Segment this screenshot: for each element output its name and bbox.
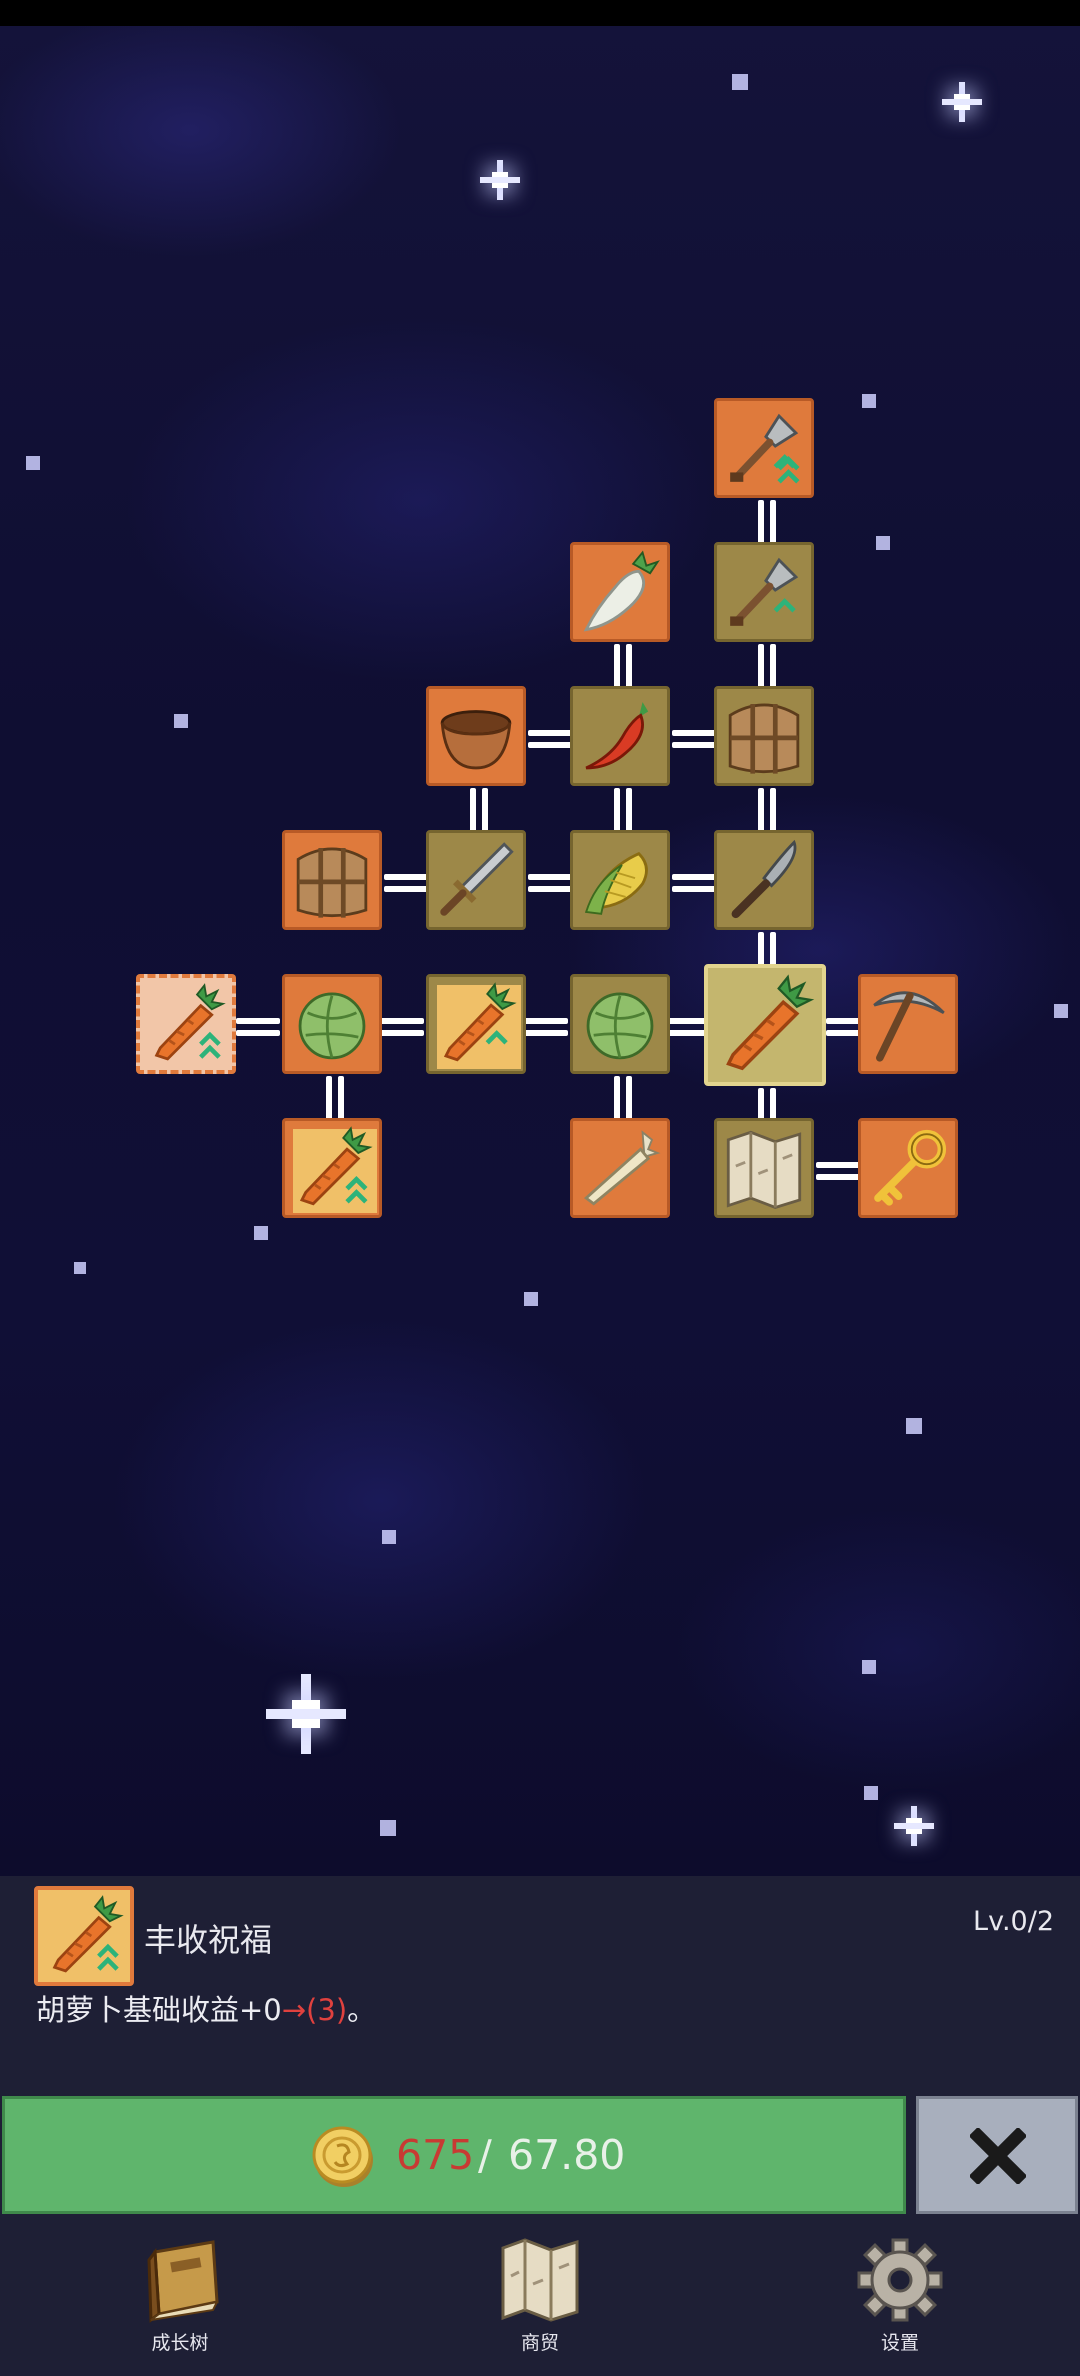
skill-node-bowl[interactable] <box>426 686 526 786</box>
skill-description: 胡萝卜基础收益+0→(3)。 <box>36 1987 376 2029</box>
skill-node-carrot-upgrade[interactable] <box>282 1118 382 1218</box>
close-button[interactable] <box>916 2096 1078 2214</box>
skill-node-chili[interactable] <box>570 686 670 786</box>
skill-node-map[interactable] <box>714 1118 814 1218</box>
skill-node-sack[interactable] <box>282 830 382 930</box>
skill-node-carrot-blessing[interactable] <box>136 974 236 1074</box>
parsnip-icon <box>573 1121 667 1215</box>
status-bar <box>0 0 1080 26</box>
skill-node-carrot-upgrade[interactable] <box>426 974 526 1074</box>
skill-node-cabbage[interactable] <box>570 974 670 1074</box>
description-end: 。 <box>347 1993 377 2027</box>
carrot-icon <box>708 968 822 1082</box>
skill-node-corn[interactable] <box>570 830 670 930</box>
skill-node-key[interactable] <box>858 1118 958 1218</box>
skill-node-shovel-upgrade[interactable] <box>714 542 814 642</box>
close-x-icon <box>970 2128 1026 2184</box>
skill-level: Lv.0/2 <box>973 1906 1054 1937</box>
nav-settings[interactable]: 设置 <box>825 2236 975 2356</box>
cabbage-icon <box>573 977 667 1071</box>
carrot-up-icon <box>293 1121 377 1213</box>
cost-separator: / <box>478 2131 492 2179</box>
cabbage-icon <box>285 977 379 1071</box>
sack-icon <box>285 833 379 927</box>
skill-node-cabbage[interactable] <box>282 974 382 1074</box>
carrot-up-icon <box>140 978 232 1070</box>
nav-label: 设置 <box>880 2332 919 2354</box>
skill-node-radish[interactable] <box>570 542 670 642</box>
map-icon <box>717 1121 811 1215</box>
nav-growth-tree[interactable]: 成长树 <box>105 2236 255 2356</box>
pickaxe-icon <box>861 977 955 1071</box>
sparkle-icon <box>942 82 982 122</box>
upgrade-cost: 675 <box>396 2131 475 2179</box>
skill-node-sack[interactable] <box>714 686 814 786</box>
shovel-up-icon <box>717 545 811 639</box>
skill-node-parsnip[interactable] <box>570 1118 670 1218</box>
chili-icon <box>573 689 667 783</box>
starfield-background <box>0 0 1080 1876</box>
skill-node-knife[interactable] <box>714 830 814 930</box>
sparkle-icon <box>480 160 520 200</box>
shovel-up-icon <box>717 401 811 495</box>
skill-node-carrot-selected[interactable] <box>704 964 826 1086</box>
skill-node-shovel-upgrade[interactable] <box>714 398 814 498</box>
corn-icon <box>573 833 667 927</box>
selected-skill-icon <box>34 1886 134 1986</box>
nav-label: 成长树 <box>151 2332 209 2354</box>
radish-icon <box>573 545 667 639</box>
key-icon <box>861 1121 955 1215</box>
sparkle-icon <box>894 1806 934 1846</box>
description-change: →(3) <box>281 1993 348 2027</box>
sparkle-icon <box>266 1674 346 1754</box>
nav-label: 商贸 <box>520 2332 559 2354</box>
skill-node-pickaxe[interactable] <box>858 974 958 1074</box>
description-text: 胡萝卜基础收益+0 <box>36 1993 282 2027</box>
sack-icon <box>717 689 811 783</box>
carrot-up-icon <box>437 977 521 1069</box>
coin-balance: 67.80 <box>508 2131 626 2179</box>
book-icon <box>147 2240 219 2323</box>
bowl-icon <box>429 689 523 783</box>
carrot-up-icon <box>38 1890 130 1982</box>
skill-name: 丰收祝福 <box>144 1921 273 1959</box>
knife-icon <box>717 833 811 927</box>
sword-icon <box>429 833 523 927</box>
gold-coin-icon <box>312 2126 373 2187</box>
gear-icon <box>857 2238 943 2322</box>
skill-node-sword[interactable] <box>426 830 526 930</box>
map-icon <box>501 2238 579 2322</box>
nav-trade[interactable]: 商贸 <box>465 2236 615 2356</box>
